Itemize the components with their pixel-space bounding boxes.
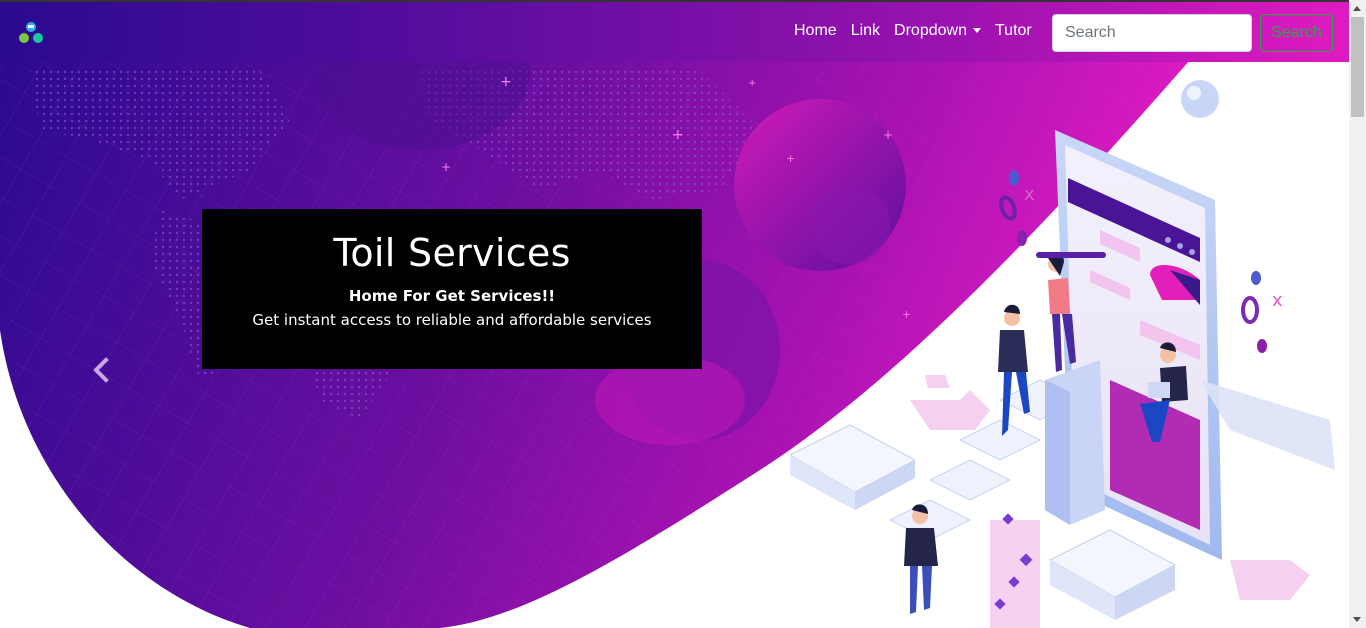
scroll-up-arrow-icon[interactable]: [1353, 6, 1361, 11]
svg-text:+: +: [672, 127, 684, 143]
svg-text:x: x: [1272, 290, 1283, 311]
caption-subtitle: Home For Get Services!!: [348, 287, 556, 305]
cluster-logo-icon[interactable]: [17, 20, 45, 46]
svg-text:+: +: [748, 78, 756, 89]
navbar: Home Link Dropdown Tutor Search: [0, 0, 1349, 62]
scroll-thumb[interactable]: [1351, 17, 1364, 117]
nav-link-home[interactable]: Home: [794, 22, 837, 40]
nav-links: Home Link Dropdown Tutor: [794, 22, 1046, 40]
svg-text:x: x: [1024, 184, 1035, 205]
caption-description: Get instant access to reliable and affor…: [252, 311, 652, 329]
svg-text:+: +: [883, 128, 893, 142]
chevron-left-icon: [93, 357, 109, 383]
scroll-down-arrow-icon[interactable]: [1353, 617, 1361, 622]
carousel-prev-button[interactable]: [88, 355, 114, 385]
svg-text:+: +: [500, 74, 512, 90]
nav-link-tutor[interactable]: Tutor: [995, 22, 1032, 40]
caption-title: Toil Services: [333, 231, 571, 275]
svg-text:+: +: [902, 308, 911, 321]
nav-dropdown-toggle[interactable]: Dropdown: [894, 22, 981, 40]
search-input[interactable]: [1052, 14, 1252, 52]
svg-text:+: +: [441, 160, 451, 174]
carousel-caption: Toil Services Home For Get Services!! Ge…: [202, 209, 702, 369]
nav-dropdown-label: Dropdown: [894, 22, 967, 39]
nav-link-link[interactable]: Link: [851, 22, 880, 40]
search-button[interactable]: Search: [1260, 14, 1333, 52]
page-scrollbar[interactable]: [1349, 0, 1366, 628]
svg-text:+: +: [786, 152, 795, 165]
caret-down-icon: [972, 28, 981, 34]
